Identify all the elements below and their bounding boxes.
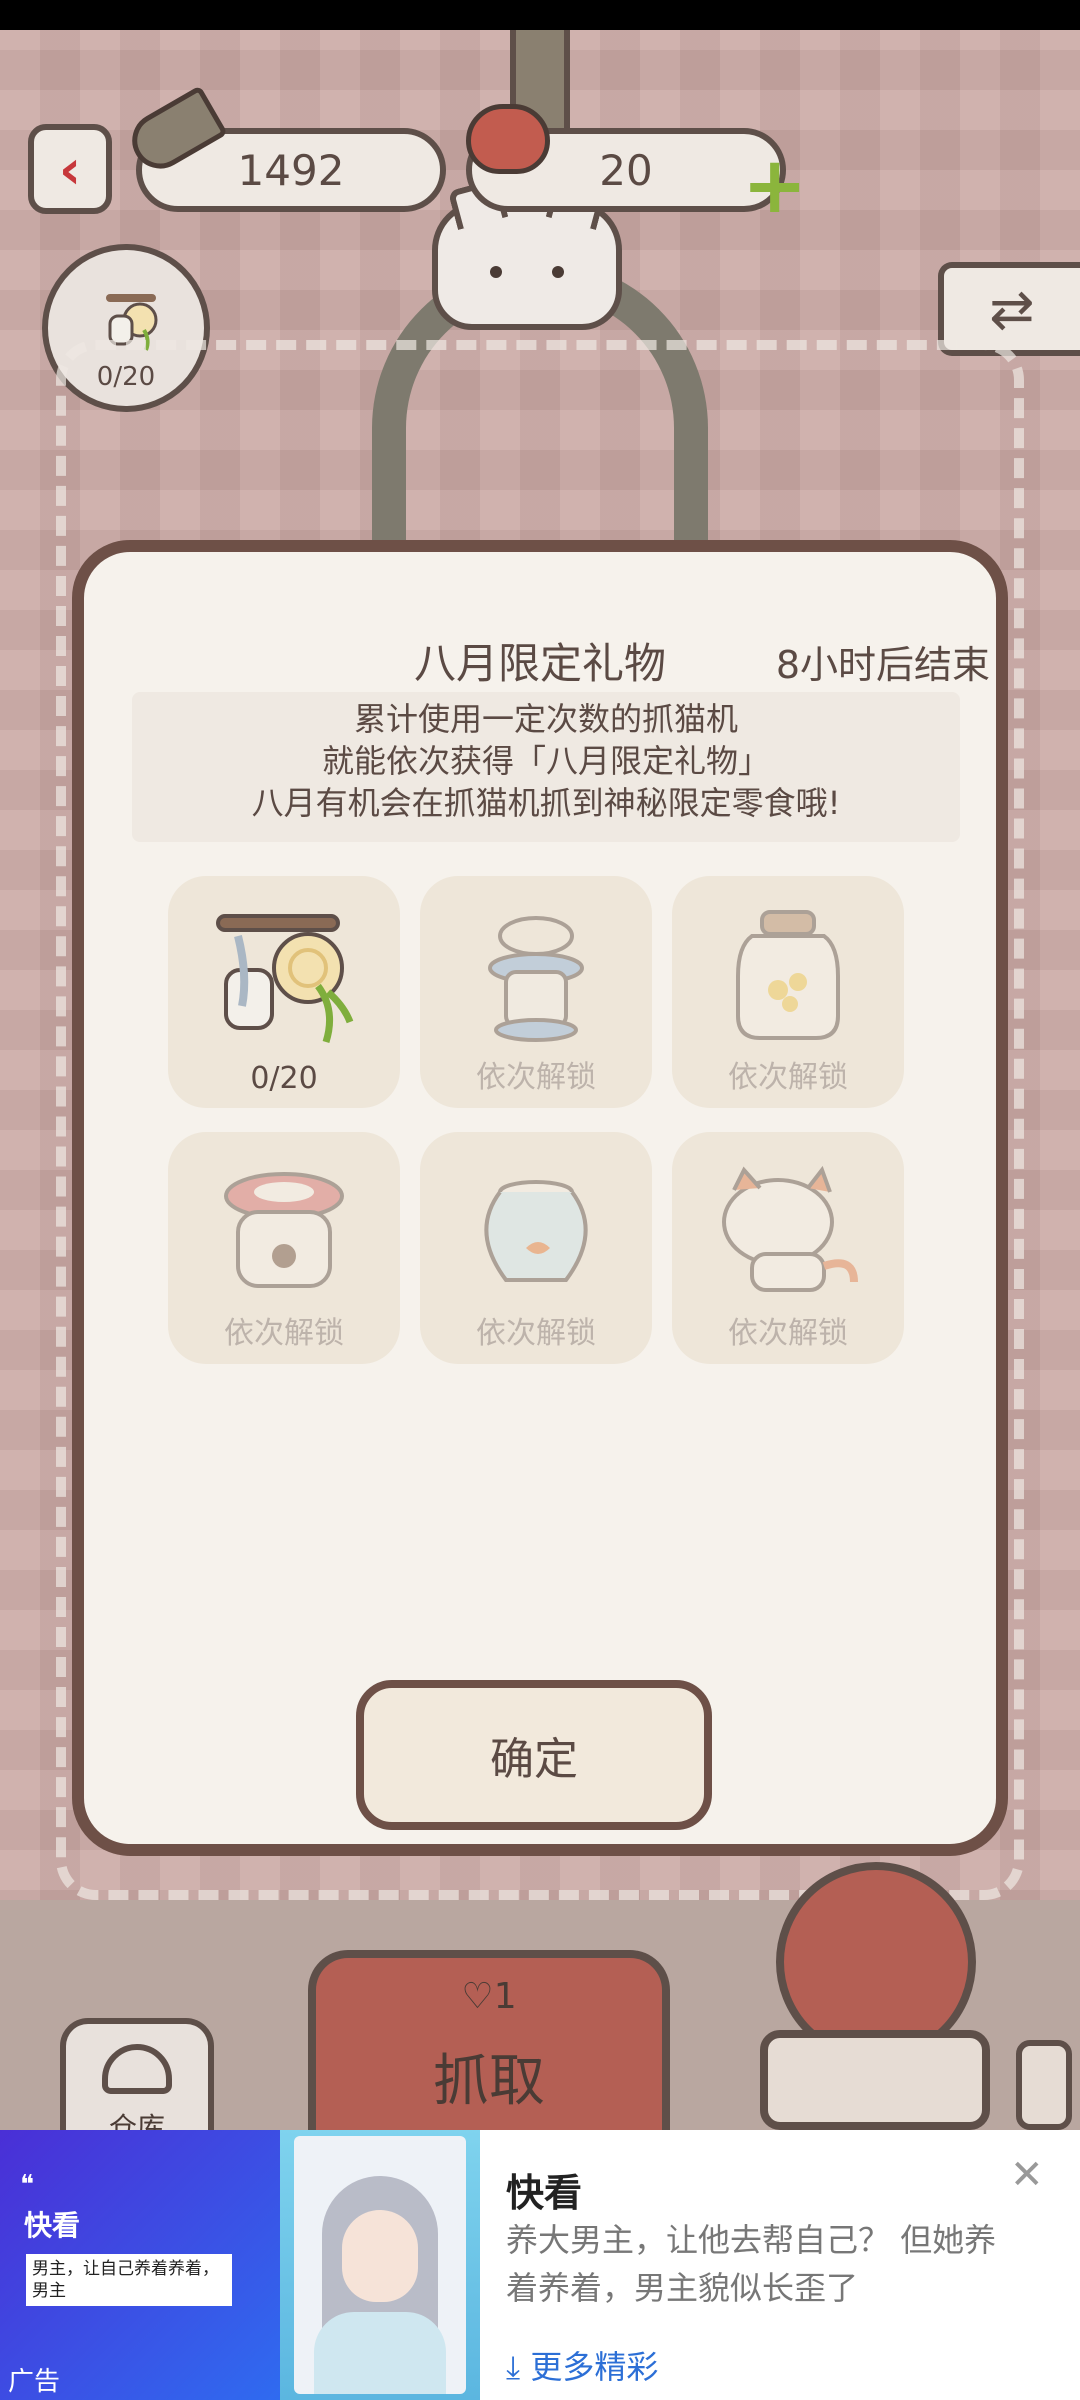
lantern-icon — [488, 916, 584, 1042]
back-button[interactable]: ‹ — [28, 124, 112, 214]
reward-label: 0/20 — [250, 1061, 318, 1096]
add-hearts-button[interactable]: + — [742, 147, 807, 225]
side-lever — [1016, 2040, 1072, 2130]
claw-eye-right — [552, 266, 564, 278]
dialog-description: 累计使用一定次数的抓猫机 就能依次获得「八月限定礼物」 八月有机会在抓猫机抓到神… — [132, 692, 960, 842]
reward-label: 依次解锁 — [476, 1316, 596, 1351]
ad-more-label: 更多精彩 — [530, 2348, 659, 2386]
ad-more-link[interactable]: ⤓ 更多精彩 — [506, 2342, 658, 2388]
download-arrow-icon: ⤓ — [506, 2348, 531, 2386]
description-line: 累计使用一定次数的抓猫机 — [353, 700, 738, 738]
status-bar — [0, 0, 1080, 30]
refresh-icon: ⇄ — [989, 277, 1035, 341]
ad-image[interactable] — [280, 2130, 480, 2400]
reward-label: 依次解锁 — [476, 1060, 596, 1095]
claw-eye-left — [490, 266, 502, 278]
grab-button[interactable]: ♡1 抓取 — [308, 1950, 670, 2140]
august-gift-dialog: 八月限定礼物 8小时后结束 累计使用一定次数的抓猫机 就能依次获得「八月限定礼物… — [72, 540, 1008, 1856]
mug-and-plate-icon — [216, 914, 354, 1044]
joystick-base — [760, 2030, 990, 2130]
claw-cat-head — [432, 177, 622, 330]
heart-icon: ♡ — [461, 1976, 494, 2017]
grab-label: 抓取 — [433, 2049, 545, 2114]
countdown-text: 8小时后结束 — [775, 643, 990, 687]
heart-icon — [466, 104, 550, 174]
reward-label: 依次解锁 — [728, 1316, 848, 1351]
grab-cost: ♡1 — [316, 1976, 662, 2017]
heart-count: 20 — [599, 145, 653, 195]
reward-item[interactable]: 依次解锁 — [420, 1132, 652, 1364]
ad-banner[interactable]: ❝ 快看 男主，让自己养着养着，男主 广告 快看 养大男主，让他去帮自己？ 但她… — [0, 2130, 1080, 2400]
ad-note: 男主，让自己养着养着，男主 — [26, 2254, 232, 2306]
reward-label: 依次解锁 — [224, 1316, 344, 1351]
ad-body[interactable]: 养大男主，让他去帮自己？ 但她养着养着，男主貌似长歪了 — [506, 2216, 1026, 2312]
reward-item[interactable]: 依次解锁 — [420, 876, 652, 1108]
chevron-left-icon: ‹ — [58, 137, 82, 201]
ad-label: 广告 — [8, 2367, 61, 2397]
description-line: 就能依次获得「八月限定礼物」 — [321, 742, 770, 780]
character-face — [342, 2210, 418, 2302]
storage-icon — [102, 2044, 172, 2094]
reward-item[interactable]: 依次解锁 — [168, 1132, 400, 1364]
ad-title[interactable]: 快看 — [506, 2162, 582, 2217]
candy-jar-icon — [736, 910, 840, 1040]
ad-poster — [294, 2136, 466, 2394]
calico-cat-icon — [722, 1165, 858, 1292]
reward-label: 依次解锁 — [728, 1060, 848, 1095]
reward-item[interactable]: 依次解锁 — [672, 876, 904, 1108]
pot-icon — [224, 1172, 344, 1288]
fishbowl-icon — [484, 1180, 588, 1282]
close-icon[interactable]: ✕ — [1010, 2152, 1044, 2198]
fish-count: 1492 — [237, 145, 345, 195]
storage-button[interactable]: 仓库 — [60, 2018, 214, 2144]
grab-cost-value: 1 — [493, 1976, 517, 2017]
description-line: 八月有机会在抓猫机抓到神秘限定零食哦! — [251, 784, 841, 822]
reward-item[interactable]: 0/20 — [168, 876, 400, 1108]
quote-icon: ❝ — [20, 2170, 34, 2200]
ad-left-panel: ❝ 快看 男主，让自己养着养着，男主 广告 — [0, 2130, 280, 2400]
ad-brand-left: 快看 — [24, 2209, 81, 2242]
confirm-button[interactable]: 确定 — [356, 1680, 712, 1830]
character-robe — [314, 2312, 446, 2394]
reward-item[interactable]: 依次解锁 — [672, 1132, 904, 1364]
